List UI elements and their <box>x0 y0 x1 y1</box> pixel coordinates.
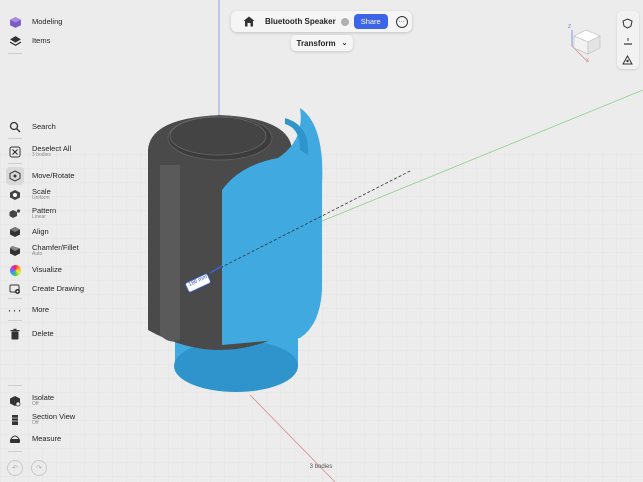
more-icon: ··· <box>7 303 23 317</box>
chamfer-fillet-sub: Auto <box>32 251 43 258</box>
zoom-button[interactable] <box>623 34 633 45</box>
home-icon <box>243 16 255 27</box>
divider <box>8 163 22 164</box>
redo-icon: ↷ <box>36 465 42 472</box>
isolate-sub: Off <box>32 401 39 408</box>
zoom-icon <box>624 38 632 45</box>
shield-view-icon <box>622 18 633 29</box>
align-tool[interactable]: Align <box>6 222 49 242</box>
perspective-icon <box>622 54 633 65</box>
undo-button[interactable]: ↶ <box>7 460 23 476</box>
chamfer-icon <box>6 242 24 260</box>
scale-tool[interactable]: Scale Uniform <box>6 185 51 205</box>
chevron-down-icon: ⌄ <box>341 40 348 47</box>
section-view-tool[interactable]: Section View Off <box>6 410 75 430</box>
view-options-panel <box>617 11 639 69</box>
items-tab[interactable]: Items <box>6 31 50 51</box>
align-icon <box>6 223 24 241</box>
modeling-icon <box>6 13 24 31</box>
visualize-label: Visualize <box>32 265 62 275</box>
create-drawing-tool[interactable]: Create Drawing <box>6 279 84 299</box>
search-tool[interactable]: Search <box>6 117 56 137</box>
layers-icon <box>6 32 24 50</box>
move-rotate-label: Move/Rotate <box>32 171 75 181</box>
divider <box>8 385 22 386</box>
delete-tool[interactable]: Delete <box>6 324 54 344</box>
more-tool[interactable]: ··· More <box>6 300 50 320</box>
search-icon <box>6 118 24 136</box>
more-label: More <box>32 305 50 315</box>
divider <box>8 53 22 54</box>
transform-dropdown[interactable]: Transform ⌄ <box>291 35 353 51</box>
undo-icon: ↶ <box>12 465 18 472</box>
drawing-icon <box>6 280 24 298</box>
modeling-tab[interactable]: Modeling <box>6 12 62 32</box>
redo-button[interactable]: ↷ <box>31 460 47 476</box>
home-button[interactable] <box>240 16 258 27</box>
view-cube[interactable]: Z X <box>566 24 606 64</box>
measure-icon <box>6 430 24 448</box>
isolate-tool[interactable]: Isolate Off <box>6 391 54 411</box>
document-title[interactable]: Bluetooth Speaker <box>265 17 336 26</box>
deselect-all-sub: 3 bodies <box>32 152 51 159</box>
deselect-all-tool[interactable]: Deselect All 3 bodies <box>6 142 71 162</box>
more-options-button[interactable]: ··· <box>395 15 408 28</box>
bodies-count: 3 bodies <box>309 464 333 470</box>
divider <box>8 451 22 452</box>
deselect-icon <box>6 143 24 161</box>
transform-label: Transform <box>296 38 336 48</box>
move-rotate-tool[interactable]: Move/Rotate <box>6 166 75 186</box>
document-status-icon <box>340 17 349 26</box>
trash-icon <box>6 325 24 343</box>
pattern-sub: Linear <box>32 214 46 221</box>
chamfer-fillet-tool[interactable]: Chamfer/Fillet Auto <box>6 241 79 261</box>
share-button[interactable]: Share <box>353 14 388 29</box>
document-bar: Bluetooth Speaker Share ··· <box>231 11 412 32</box>
create-drawing-label: Create Drawing <box>32 284 85 294</box>
pattern-tool[interactable]: Pattern Linear <box>6 204 56 224</box>
divider <box>8 298 22 299</box>
isolate-icon <box>6 392 24 410</box>
view-cube-z-label: Z <box>568 24 572 30</box>
scale-sub: Uniform <box>32 195 50 202</box>
section-view-icon <box>6 411 24 429</box>
search-label: Search <box>32 122 56 132</box>
divider <box>8 138 22 139</box>
measure-label: Measure <box>32 434 62 444</box>
delete-label: Delete <box>32 329 54 339</box>
divider <box>8 320 22 321</box>
move-rotate-icon <box>6 167 24 185</box>
align-label: Align <box>32 227 49 237</box>
view-cube-x-label: X <box>586 58 590 64</box>
visualize-tool[interactable]: Visualize <box>6 260 62 280</box>
section-view-sub: Off <box>32 420 39 427</box>
viewport[interactable] <box>0 0 643 482</box>
scale-icon <box>6 186 24 204</box>
ellipsis-icon: ··· <box>398 18 405 25</box>
pattern-icon <box>6 205 24 223</box>
color-wheel-icon <box>6 261 24 279</box>
modeling-label: Modeling <box>32 17 63 27</box>
perspective-button[interactable] <box>622 53 633 71</box>
measure-tool[interactable]: Measure <box>6 429 61 449</box>
view-mode-button[interactable] <box>622 16 633 34</box>
items-label: Items <box>32 36 51 46</box>
